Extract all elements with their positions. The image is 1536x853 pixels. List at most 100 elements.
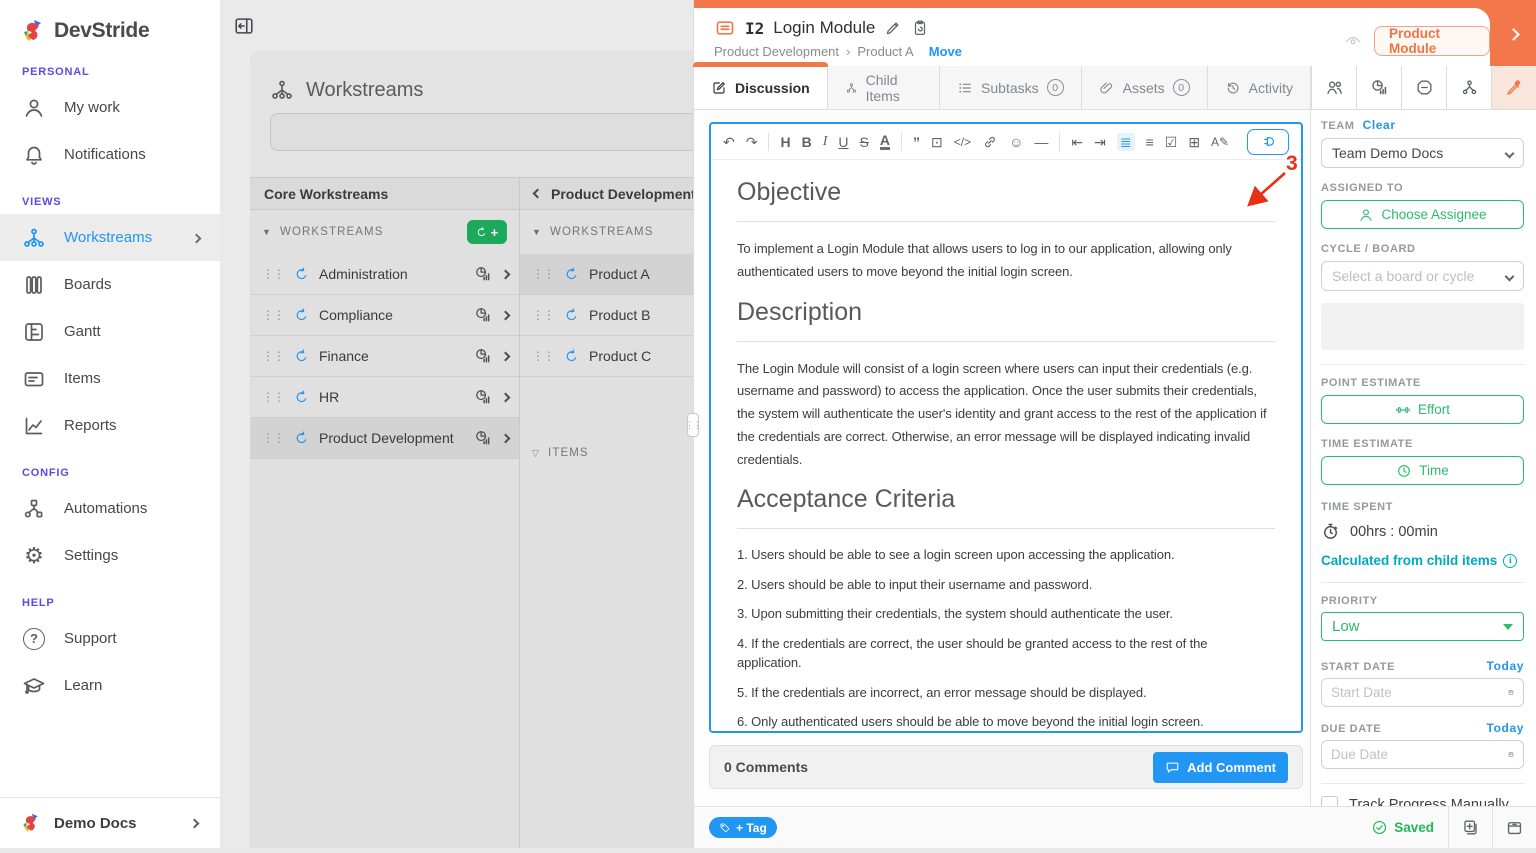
redo-icon[interactable]: ↷ (746, 135, 758, 149)
panel-resize-handle[interactable]: ⋮⋮ (687, 413, 699, 437)
priority-select[interactable]: Low (1321, 612, 1524, 641)
bold-icon[interactable]: B (802, 135, 812, 149)
track-progress-checkbox[interactable] (1321, 796, 1338, 806)
workstream-row-product-development[interactable]: ⋮⋮ Product Development (250, 418, 519, 459)
stats-icon[interactable] (474, 347, 492, 365)
drag-handle-icon[interactable]: ⋮⋮ (262, 391, 284, 403)
bullet-list-icon[interactable]: ≡ (1146, 135, 1154, 149)
duplicate-item-button[interactable] (1449, 807, 1492, 849)
tab-blockers[interactable] (1401, 66, 1446, 109)
ordered-list-icon[interactable]: ≣ (1117, 133, 1135, 151)
due-date-field[interactable] (1321, 740, 1524, 769)
chevron-right-icon[interactable] (501, 392, 511, 402)
calendar-icon[interactable] (1508, 684, 1514, 701)
heading-icon[interactable]: H (780, 135, 790, 149)
sidebar-item-workstreams[interactable]: Workstreams (0, 214, 220, 261)
start-today-link[interactable]: Today (1487, 659, 1524, 673)
team-clear-link[interactable]: Clear (1363, 118, 1396, 132)
sidebar-item-settings[interactable]: ⚙ Settings (0, 532, 220, 579)
sidebar-item-learn[interactable]: Learn (0, 662, 220, 709)
workstream-row-administration[interactable]: ⋮⋮ Administration (250, 254, 519, 295)
start-date-field[interactable] (1321, 678, 1524, 707)
due-date-input[interactable] (1331, 747, 1508, 762)
tab-assets[interactable]: Assets 0 (1082, 66, 1208, 109)
stats-icon[interactable] (474, 429, 492, 447)
sidebar-item-notifications[interactable]: Notifications (0, 131, 220, 178)
move-link[interactable]: Move (929, 44, 962, 59)
stats-icon[interactable] (474, 388, 492, 406)
sidebar-item-my-work[interactable]: My work (0, 84, 220, 131)
link-icon[interactable] (982, 134, 998, 150)
edit-title-icon[interactable] (884, 19, 902, 37)
brand-logo[interactable]: DevStride (0, 0, 220, 48)
add-workstream-button[interactable]: + (467, 220, 507, 244)
tab-subtasks[interactable]: Subtasks 0 (940, 66, 1082, 109)
watch-eye-icon[interactable] (1342, 32, 1364, 50)
drag-handle-icon[interactable]: ⋮⋮ (262, 350, 284, 362)
add-tag-button[interactable]: + Tag (709, 817, 777, 838)
drag-handle-icon[interactable]: ⋮⋮ (262, 268, 284, 280)
code-block-icon[interactable]: ⊡ (931, 135, 943, 149)
drag-handle-icon[interactable]: ⋮⋮ (262, 309, 284, 321)
undo-icon[interactable]: ↶ (723, 135, 735, 149)
cycle-board-select[interactable]: Select a board or cycle (1321, 261, 1524, 291)
underline-icon[interactable]: U (838, 135, 848, 149)
sidebar-item-reports[interactable]: Reports (0, 402, 220, 449)
text-color-icon[interactable]: A (880, 133, 890, 150)
sidebar-item-items[interactable]: Items (0, 355, 220, 402)
inline-code-icon[interactable]: </> (954, 136, 971, 148)
stats-icon[interactable] (474, 265, 492, 283)
add-comment-button[interactable]: Add Comment (1153, 752, 1288, 783)
drag-handle-icon[interactable]: ⋮⋮ (262, 432, 284, 444)
drag-handle-icon[interactable]: ⋮⋮ (532, 350, 554, 362)
time-button[interactable]: Time (1321, 456, 1524, 485)
spellcheck-icon[interactable]: A✎ (1211, 136, 1229, 148)
tab-activity[interactable]: Activity (1208, 66, 1311, 109)
outdent-icon[interactable]: ⇤ (1071, 135, 1083, 149)
workspace-switcher[interactable]: Demo Docs (0, 797, 220, 848)
workstream-row-compliance[interactable]: ⋮⋮ Compliance (250, 295, 519, 336)
drag-handle-icon[interactable]: ⋮⋮ (532, 268, 554, 280)
copy-link-icon[interactable] (911, 19, 929, 37)
tab-stats[interactable] (1356, 66, 1401, 109)
sidebar-item-gantt[interactable]: Gantt (0, 308, 220, 355)
indent-icon[interactable]: ⇥ (1094, 135, 1106, 149)
collapse-sidebar-icon[interactable] (233, 15, 255, 37)
item-type-badge[interactable]: Product Module (1374, 26, 1490, 56)
sidebar-item-support[interactable]: ? Support (0, 615, 220, 662)
archive-item-button[interactable] (1493, 807, 1536, 849)
breadcrumb-product-development[interactable]: Product Development (714, 44, 839, 59)
sidebar-item-automations[interactable]: Automations (0, 485, 220, 532)
strikethrough-icon[interactable]: S (860, 135, 869, 149)
breadcrumb-product-a[interactable]: Product A (857, 44, 913, 59)
chevron-right-icon[interactable] (501, 351, 511, 361)
expand-panel-button[interactable] (1500, 20, 1526, 48)
table-icon[interactable]: ⊞ (1188, 135, 1200, 149)
team-select[interactable]: Team Demo Docs (1321, 138, 1524, 168)
chevron-right-icon[interactable] (501, 433, 511, 443)
workstream-row-hr[interactable]: ⋮⋮ HR (250, 377, 519, 418)
chevron-left-icon[interactable] (533, 189, 543, 199)
start-date-input[interactable] (1331, 685, 1508, 700)
effort-button[interactable]: Effort (1321, 395, 1524, 424)
choose-assignee-button[interactable]: Choose Assignee (1321, 200, 1524, 229)
due-today-link[interactable]: Today (1487, 721, 1524, 735)
calendar-icon[interactable] (1508, 746, 1514, 763)
horizontal-rule-icon[interactable]: — (1034, 135, 1048, 149)
tab-people[interactable] (1311, 66, 1356, 109)
tab-child-items[interactable]: Child Items (828, 66, 940, 109)
ai-assist-button[interactable] (1247, 129, 1289, 155)
calculated-from-child-items-link[interactable]: Calculated from child items i (1321, 553, 1524, 568)
rich-text-editor[interactable]: ↶ ↷ H B I U S A ” ⊡ </> ☺ — (709, 122, 1303, 733)
tab-discussion[interactable]: Discussion (694, 66, 828, 109)
blockquote-icon[interactable]: ” (913, 135, 920, 149)
tab-style-picker[interactable] (1491, 66, 1536, 109)
editor-content[interactable]: Objective To implement a Login Module th… (711, 160, 1301, 731)
sidebar-item-boards[interactable]: Boards (0, 261, 220, 308)
chevron-right-icon[interactable] (501, 310, 511, 320)
emoji-icon[interactable]: ☺ (1009, 135, 1023, 149)
drag-handle-icon[interactable]: ⋮⋮ (532, 309, 554, 321)
chevron-right-icon[interactable] (501, 269, 511, 279)
tab-relations[interactable] (1446, 66, 1491, 109)
stats-icon[interactable] (474, 306, 492, 324)
